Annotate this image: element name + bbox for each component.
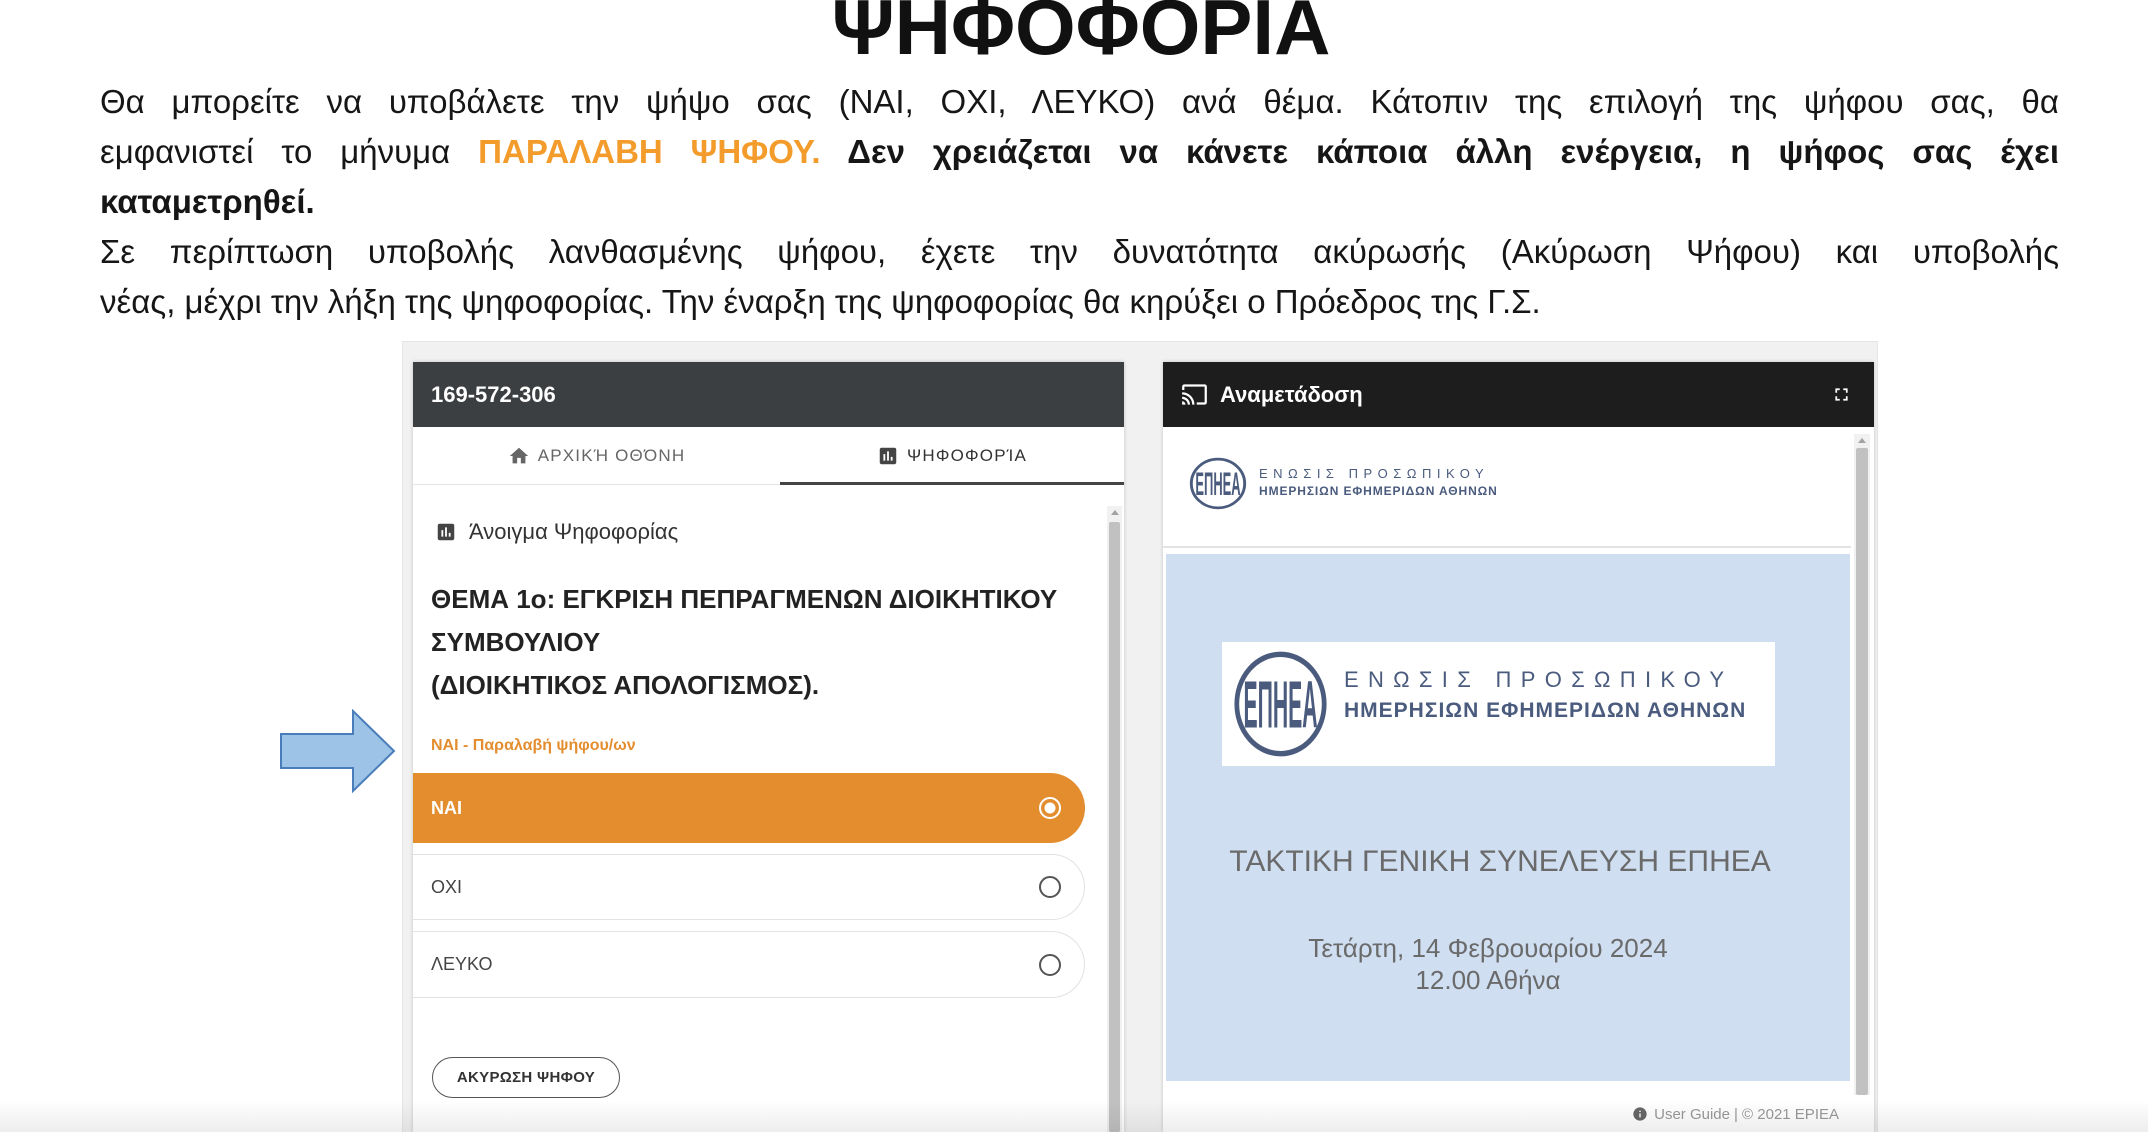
intro-line-3: καταμετρηθεί. xyxy=(100,183,315,220)
section-title: Άνοιγμα Ψηφοφορίας xyxy=(435,519,679,544)
scroll-up-icon[interactable] xyxy=(1110,510,1119,515)
intro-line-5: νέας, μέχρι την λήξη της ψηφοφορίας. Την… xyxy=(100,283,1541,320)
slide-time-place: 12.00 Αθήνα xyxy=(1415,965,1561,995)
bar-chart-icon xyxy=(437,523,455,541)
vote-option-label: ΟΧΙ xyxy=(431,876,463,897)
logo-monogram: ΕΠΗΕΑ xyxy=(1195,467,1240,503)
slide-title: ΤΑΚΤΙΚΗ ΓΕΝΙΚΗ ΣΥΝΕΛΕΥΣΗ ΕΠΗΕΑ xyxy=(1229,845,1771,878)
union-logo-small: ΕΠΗΕΑ ΕΝΩΣΙΣ ΠΡΟΣΩΠΙΚΟΥ ΗΜΕΡΗΣΙΩΝ ΕΦΗΜΕΡ… xyxy=(1189,457,1509,510)
slide-date: Τετάρτη, 14 Φεβρουαρίου 2024 xyxy=(1308,933,1668,963)
tab-home-label: ΑΡΧΙΚΉ ΟΘΌΝΗ xyxy=(537,445,686,465)
vote-option-no[interactable]: ΟΧΙ xyxy=(413,854,1085,920)
section-title-label: Άνοιγμα Ψηφοφορίας xyxy=(469,519,679,544)
broadcast-header: Αναμετάδοση xyxy=(1163,362,1874,427)
logo-monogram: ΕΠΗΕΑ xyxy=(1243,668,1317,742)
tab-voting[interactable]: ΨΗΦΟΦΟΡΊΑ xyxy=(780,427,1124,485)
tab-home[interactable]: ΑΡΧΙΚΉ ΟΘΌΝΗ xyxy=(413,427,780,484)
logo-line-1: ΕΝΩΣΙΣ ΠΡΟΣΩΠΙΚΟΥ xyxy=(1259,466,1490,481)
topic-heading: ΘΕΜΑ 1ο: ΕΓΚΡΙΣΗ ΠΕΠΡΑΓΜΕΝΩΝ ΔΙΟΙΚΗΤΙΚΟΥ… xyxy=(431,578,1121,707)
scroll-up-icon[interactable] xyxy=(1858,438,1866,443)
topic-subtitle: (ΔΙΟΙΚΗΤΙΚΟΣ ΑΠΟΛΟΓΙΣΜΟΣ). xyxy=(431,670,820,700)
radio-icon[interactable] xyxy=(1038,875,1062,899)
broadcast-slide: ΕΠΗΕΑ ΕΝΩΣΙΣ ΠΡΟΣΩΠΙΚΟΥ ΗΜΕΡΗΣΙΩΝ ΕΦΗΜΕΡ… xyxy=(1166,554,1850,1081)
vote-option-label: ΛΕΥΚΟ xyxy=(431,954,493,974)
intro-line-2: εμφανιστεί το μήνυμα ΠΑΡΑΛΑΒΗ ΨΗΦΟΥ. Δεν… xyxy=(100,127,2059,177)
logo-line-2: ΗΜΕΡΗΣΙΩΝ ΕΦΗΜΕΡΙΔΩΝ ΑΘΗΝΩΝ xyxy=(1344,699,1747,722)
intro-line-4: Σε περίπτωση υποβολής λανθασμένης ψήφου,… xyxy=(100,233,2059,270)
voting-header: 169-572-306 xyxy=(413,362,1124,427)
radio-icon[interactable] xyxy=(1038,796,1062,820)
fullscreen-icon[interactable] xyxy=(1831,384,1852,405)
vote-option-label: ΝΑΙ xyxy=(431,797,462,818)
radio-icon[interactable] xyxy=(1038,953,1062,977)
union-monogram-logo: ΕΠΗΕΑ xyxy=(1234,651,1327,757)
user-guide-link[interactable]: User Guide xyxy=(1654,1106,1730,1123)
logo-line-2: ΗΜΕΡΗΣΙΩΝ ΕΦΗΜΕΡΙΔΩΝ ΑΘΗΝΩΝ xyxy=(1259,484,1498,498)
voting-panel: 169-572-306 ΑΡΧΙΚΉ ΟΘΌΝΗ ΨΗΦΟΦΟΡΊΑ Άνοιγ… xyxy=(413,362,1124,1132)
bar-chart-icon xyxy=(879,447,897,464)
union-monogram-logo: ΕΠΗΕΑ xyxy=(1189,457,1247,510)
vote-option-yes[interactable]: ΝΑΙ xyxy=(413,773,1085,843)
receipt-highlight: ΠΑΡΑΛΑΒΗ ΨΗΦΟΥ. xyxy=(478,133,821,170)
page-title: ΨΗΦΟΦΟΡΙΑ xyxy=(831,0,1331,71)
divider xyxy=(1163,546,1851,548)
broadcast-title: Αναμετάδοση xyxy=(1220,381,1363,407)
vote-receipt-message: ΝΑΙ - Παραλαβή ψήφου/ων xyxy=(431,737,636,754)
meeting-id: 169-572-306 xyxy=(431,381,556,407)
intro-text: Θα μπορείτε να υποβάλετε την ψήψο σας (Ν… xyxy=(100,77,2059,327)
topic-title: ΘΕΜΑ 1ο: ΕΓΚΡΙΣΗ ΠΕΠΡΑΓΜΕΝΩΝ ΔΙΟΙΚΗΤΙΚΟΥ… xyxy=(431,584,1058,657)
cast-icon xyxy=(1182,384,1207,405)
tab-bar: ΑΡΧΙΚΉ ΟΘΌΝΗ ΨΗΦΟΦΟΡΊΑ xyxy=(413,427,1124,485)
intro-bold-text: Δεν χρειάζεται να κάνετε κάποια άλλη ενέ… xyxy=(820,133,2059,170)
intro-line-2-text: εμφανιστεί το μήνυμα xyxy=(100,133,479,170)
intro-line-1: Θα μπορείτε να υποβάλετε την ψήψο σας (Ν… xyxy=(100,83,2059,120)
cancel-vote-button[interactable]: ΑΚΥΡΩΣΗ ΨΗΦΟΥ xyxy=(432,1057,620,1098)
vote-option-blank[interactable]: ΛΕΥΚΟ xyxy=(413,931,1085,998)
logo-line-1: ΕΝΩΣΙΣ ΠΡΟΣΩΠΙΚΟΥ xyxy=(1344,667,1734,692)
union-logo-large: ΕΠΗΕΑ ΕΝΩΣΙΣ ΠΡΟΣΩΠΙΚΟΥ ΗΜΕΡΗΣΙΩΝ ΕΦΗΜΕΡ… xyxy=(1222,642,1775,766)
broadcast-footer: User Guide | © 2021 EPIEA xyxy=(1632,1105,1839,1123)
copyright-text: | © 2021 EPIEA xyxy=(1733,1105,1839,1123)
scrollbar-thumb[interactable] xyxy=(1856,448,1868,1095)
home-icon xyxy=(509,447,528,463)
right-arrow-icon xyxy=(280,709,396,793)
broadcast-panel: Αναμετάδοση ΕΠΗΕΑ ΕΝΩΣΙΣ ΠΡΟΣΩΠΙΚΟΥ ΗΜΕΡ… xyxy=(1163,362,1874,1132)
tab-voting-label: ΨΗΦΟΦΟΡΊΑ xyxy=(906,445,1028,465)
info-icon xyxy=(1633,1107,1647,1121)
broadcast-scrollbar[interactable] xyxy=(1854,434,1870,1095)
